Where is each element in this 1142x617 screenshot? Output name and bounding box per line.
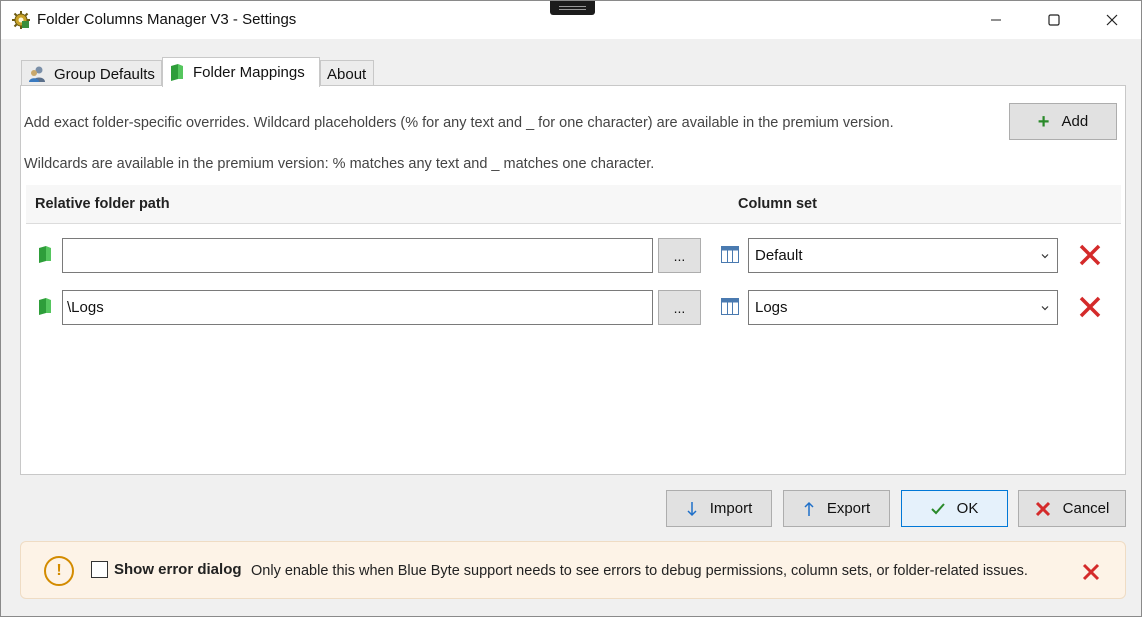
- snap-layout-handle[interactable]: [550, 1, 595, 15]
- minimize-button[interactable]: [967, 1, 1025, 39]
- add-mapping-button[interactable]: + Add: [1009, 103, 1117, 140]
- close-window-button[interactable]: [1083, 1, 1141, 39]
- column-set-select[interactable]: Logs: [748, 290, 1058, 325]
- settings-window: Folder Columns Manager V3 - Settings Gro…: [0, 0, 1142, 617]
- error-info-bar: ! Show error dialog Only enable this whe…: [20, 541, 1126, 599]
- window-title: Folder Columns Manager V3 - Settings: [37, 11, 297, 28]
- green-folder-icon: [169, 63, 185, 82]
- close-icon: [1106, 14, 1118, 26]
- close-icon: [1082, 563, 1100, 581]
- green-folder-icon: [38, 298, 52, 320]
- mapping-row: ... Default: [21, 238, 1125, 274]
- column-header-path: Relative folder path: [35, 196, 170, 212]
- delete-mapping-button[interactable]: [1077, 294, 1103, 320]
- checkmark-icon: [930, 502, 945, 515]
- description-text: Add exact folder-specific overrides. Wil…: [24, 115, 894, 131]
- browse-folder-button[interactable]: ...: [658, 238, 701, 273]
- import-button[interactable]: Import: [666, 490, 772, 527]
- plus-icon: +: [1037, 110, 1050, 133]
- green-folder-icon: [38, 246, 52, 268]
- info-message: Only enable this when Blue Byte support …: [251, 563, 1028, 579]
- tab-label: About: [327, 65, 367, 83]
- mapping-row: \Logs ... Logs: [21, 290, 1125, 326]
- ok-button[interactable]: OK: [901, 490, 1008, 527]
- tab-label: Group Defaults: [54, 65, 155, 83]
- chevron-down-icon: [1040, 300, 1050, 317]
- tab-label: Folder Mappings: [193, 64, 305, 81]
- maximize-icon: [1048, 14, 1060, 26]
- show-error-dialog-checkbox[interactable]: [91, 561, 108, 578]
- tab-about[interactable]: About: [320, 60, 374, 87]
- delete-x-icon: [1079, 296, 1101, 318]
- column-set-icon: [721, 246, 739, 267]
- title-bar[interactable]: Folder Columns Manager V3 - Settings: [1, 1, 1141, 39]
- maximize-button[interactable]: [1025, 1, 1083, 39]
- export-button[interactable]: Export: [783, 490, 890, 527]
- cancel-x-icon: [1035, 501, 1051, 517]
- app-gear-icon: [11, 10, 31, 30]
- browse-folder-button[interactable]: ...: [658, 290, 701, 325]
- chevron-down-icon: [1040, 248, 1050, 265]
- folder-path-input[interactable]: \Logs: [62, 290, 653, 325]
- wildcard-note: Wildcards are available in the premium v…: [24, 156, 655, 172]
- cancel-button[interactable]: Cancel: [1018, 490, 1126, 527]
- mappings-grid-header: Relative folder path Column set: [26, 185, 1121, 224]
- user-group-icon: [28, 65, 46, 83]
- delete-x-icon: [1079, 244, 1101, 266]
- arrow-up-icon: [803, 501, 815, 517]
- column-set-icon: [721, 298, 739, 319]
- folder-path-input[interactable]: [62, 238, 653, 273]
- dismiss-info-button[interactable]: [1081, 562, 1101, 582]
- delete-mapping-button[interactable]: [1077, 242, 1103, 268]
- minimize-icon: [991, 19, 1001, 21]
- folder-mappings-panel: Add exact folder-specific overrides. Wil…: [20, 85, 1126, 475]
- tab-group-defaults[interactable]: Group Defaults: [21, 60, 162, 87]
- arrow-down-icon: [686, 501, 698, 517]
- warning-icon: !: [44, 556, 74, 586]
- tab-folder-mappings[interactable]: Folder Mappings: [162, 57, 320, 87]
- column-header-column-set: Column set: [738, 196, 817, 212]
- show-error-dialog-label[interactable]: Show error dialog: [114, 561, 242, 578]
- column-set-select[interactable]: Default: [748, 238, 1058, 273]
